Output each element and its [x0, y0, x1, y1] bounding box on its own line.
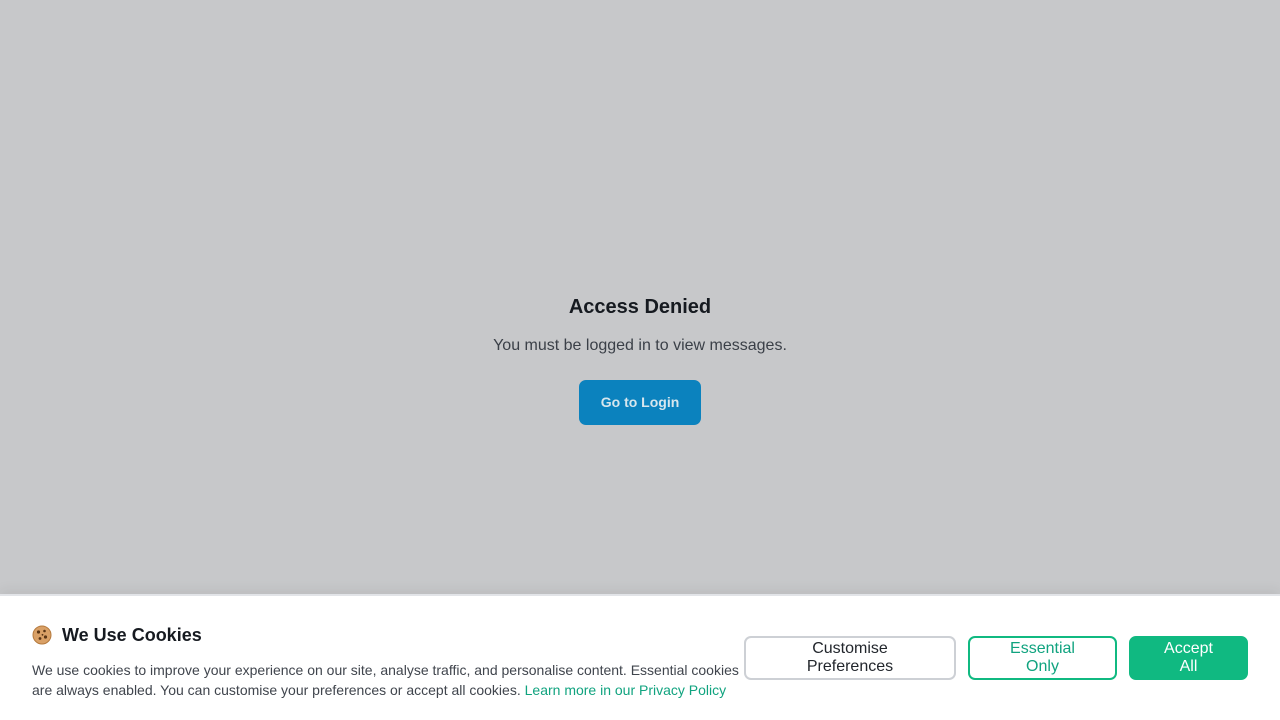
cookie-icon [32, 625, 52, 645]
essential-only-button[interactable]: Essential Only [968, 636, 1117, 680]
cookie-banner: We Use Cookies We use cookies to improve… [0, 594, 1280, 720]
cookie-banner-description: We use cookies to improve your experienc… [32, 660, 742, 700]
accept-all-button[interactable]: Accept All [1129, 636, 1248, 680]
cookie-banner-title: We Use Cookies [62, 624, 202, 645]
cookie-banner-text: We Use Cookies We use cookies to improve… [32, 622, 742, 700]
access-message: You must be logged in to view messages. [493, 337, 787, 354]
cookie-banner-heading: We Use Cookies [32, 622, 742, 648]
customise-preferences-button[interactable]: Customise Preferences [744, 636, 956, 680]
page-title: Access Denied [568, 296, 712, 318]
go-to-login-button[interactable]: Go to Login [579, 380, 701, 425]
cookie-banner-actions: Customise Preferences Essential Only Acc… [744, 636, 1248, 680]
privacy-policy-link[interactable]: Learn more in our Privacy Policy [525, 682, 727, 698]
access-denied-panel: Access Denied You must be logged in to v… [0, 293, 1280, 425]
page-background: Access Denied You must be logged in to v… [0, 0, 1280, 594]
